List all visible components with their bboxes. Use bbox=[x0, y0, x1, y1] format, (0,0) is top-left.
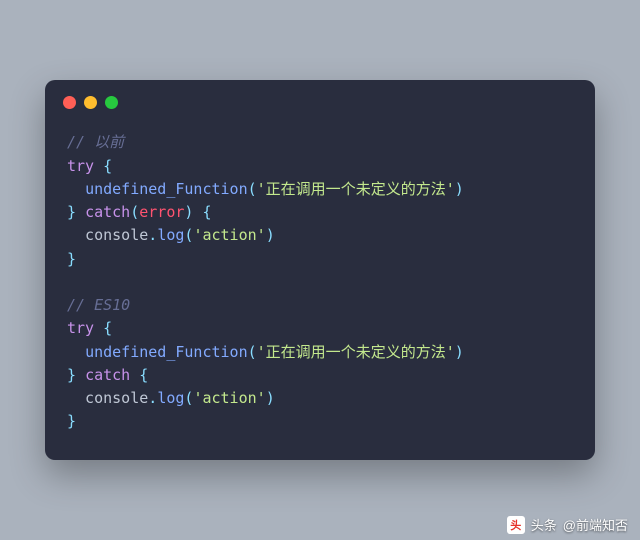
code-token-ident bbox=[94, 157, 103, 175]
watermark: 头 头条 @前端知否 bbox=[507, 515, 628, 534]
code-line: } bbox=[67, 248, 573, 271]
code-token-punc: } bbox=[67, 412, 76, 430]
code-token-punc: ) bbox=[266, 226, 275, 244]
code-line: undefined_Function('正在调用一个未定义的方法') bbox=[67, 341, 573, 364]
code-token-punc: ) bbox=[266, 389, 275, 407]
code-token-fn: undefined_Function bbox=[85, 343, 248, 361]
maximize-icon[interactable] bbox=[105, 96, 118, 109]
code-token-comment: // 以前 bbox=[67, 133, 124, 151]
code-token-kw: try bbox=[67, 157, 94, 175]
code-token-kw: catch bbox=[85, 366, 130, 384]
code-line: // ES10 bbox=[67, 294, 573, 317]
code-line: } catch { bbox=[67, 364, 573, 387]
code-token-ident bbox=[67, 273, 76, 291]
code-token-ident bbox=[67, 180, 85, 198]
code-block: // 以前try { undefined_Function('正在调用一个未定义… bbox=[45, 117, 595, 459]
watermark-prefix: 头条 bbox=[531, 515, 557, 534]
code-token-punc: { bbox=[139, 366, 148, 384]
code-line: // 以前 bbox=[67, 131, 573, 154]
code-token-str: '正在调用一个未定义的方法' bbox=[257, 343, 455, 361]
code-token-punc: ) bbox=[455, 343, 464, 361]
code-line: try { bbox=[67, 155, 573, 178]
code-token-punc: } bbox=[67, 366, 85, 384]
code-token-fn: undefined_Function bbox=[85, 180, 248, 198]
watermark-handle: @前端知否 bbox=[563, 515, 628, 534]
code-token-punc: { bbox=[103, 157, 112, 175]
code-token-punc: ) bbox=[455, 180, 464, 198]
code-line: try { bbox=[67, 317, 573, 340]
code-token-ident bbox=[67, 343, 85, 361]
close-icon[interactable] bbox=[63, 96, 76, 109]
code-token-ident bbox=[94, 319, 103, 337]
code-token-err: error bbox=[139, 203, 184, 221]
code-line: undefined_Function('正在调用一个未定义的方法') bbox=[67, 178, 573, 201]
code-token-punc: ( bbox=[248, 180, 257, 198]
code-token-kw: catch bbox=[85, 203, 130, 221]
code-token-ident bbox=[130, 366, 139, 384]
code-token-comment: // ES10 bbox=[67, 296, 130, 314]
code-token-punc: . bbox=[148, 226, 157, 244]
code-token-str: 'action' bbox=[193, 389, 265, 407]
code-token-ident: console bbox=[67, 226, 148, 244]
code-line: console.log('action') bbox=[67, 387, 573, 410]
code-token-str: 'action' bbox=[193, 226, 265, 244]
code-token-str: '正在调用一个未定义的方法' bbox=[257, 180, 455, 198]
code-token-punc: } bbox=[67, 250, 76, 268]
code-token-ident: console bbox=[67, 389, 148, 407]
code-token-punc: { bbox=[103, 319, 112, 337]
code-line: } bbox=[67, 410, 573, 433]
code-line bbox=[67, 271, 573, 294]
code-token-punc: ( bbox=[130, 203, 139, 221]
code-token-fn: log bbox=[157, 226, 184, 244]
code-window: // 以前try { undefined_Function('正在调用一个未定义… bbox=[45, 80, 595, 459]
window-titlebar bbox=[45, 80, 595, 117]
code-line: } catch(error) { bbox=[67, 201, 573, 224]
code-token-punc: } bbox=[67, 203, 85, 221]
code-token-fn: log bbox=[157, 389, 184, 407]
code-token-kw: try bbox=[67, 319, 94, 337]
code-token-punc: ( bbox=[248, 343, 257, 361]
watermark-badge-icon: 头 bbox=[507, 516, 525, 534]
code-token-punc: . bbox=[148, 389, 157, 407]
minimize-icon[interactable] bbox=[84, 96, 97, 109]
code-token-punc: ) { bbox=[184, 203, 211, 221]
code-line: console.log('action') bbox=[67, 224, 573, 247]
